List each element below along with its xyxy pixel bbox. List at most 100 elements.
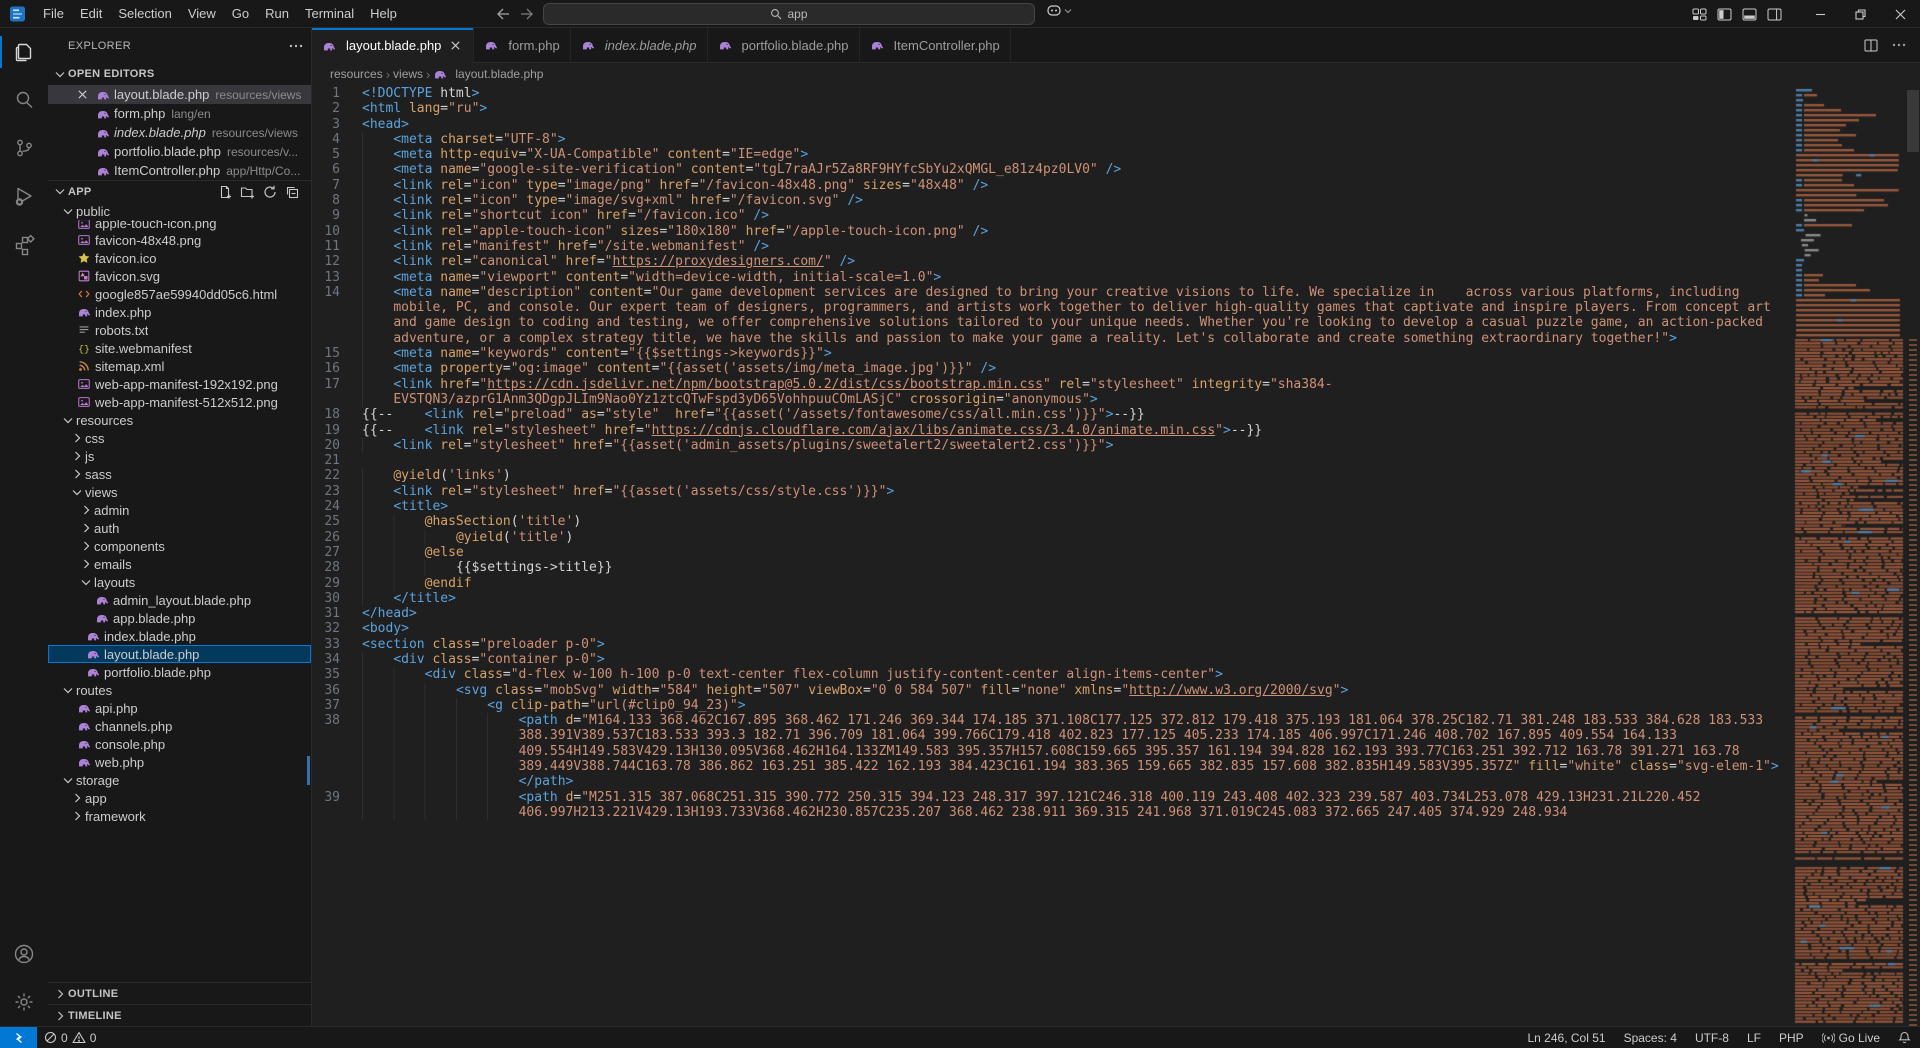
- activitybar-run-debug[interactable]: [0, 172, 48, 220]
- status-spaces-4[interactable]: Spaces: 4: [1615, 1027, 1686, 1048]
- new-file-icon[interactable]: [218, 185, 232, 199]
- tree-item-favicon-48x48.png[interactable]: favicon-48x48.png: [48, 231, 311, 249]
- tree-item-web-app-manifest-512x512.png[interactable]: web-app-manifest-512x512.png: [48, 393, 311, 411]
- nav-forward-icon[interactable]: [520, 8, 534, 20]
- code-line[interactable]: 34<div class="container p-0">: [312, 652, 1793, 667]
- open-editor-item[interactable]: form.phplang/en: [48, 104, 311, 123]
- status-go-live[interactable]: Go Live: [1813, 1027, 1889, 1048]
- menu-run[interactable]: Run: [257, 0, 297, 27]
- code-line[interactable]: 38<path d="M164.133 368.462C167.895 368.…: [312, 713, 1793, 789]
- code-line[interactable]: 22@yield('links'): [312, 468, 1793, 483]
- breadcrumb-item[interactable]: layout.blade.php: [433, 67, 543, 81]
- code-line[interactable]: 4<meta charset="UTF-8">: [312, 132, 1793, 147]
- tree-item-public[interactable]: public: [48, 202, 311, 220]
- notifications-bell[interactable]: [1889, 1027, 1920, 1048]
- timeline-header[interactable]: TIMELINE: [48, 1004, 311, 1026]
- code-line[interactable]: 19{{-- <link rel="stylesheet" href="http…: [312, 423, 1793, 438]
- code-line[interactable]: 29@endif: [312, 576, 1793, 591]
- code-line[interactable]: 2<html lang="ru">: [312, 101, 1793, 116]
- tree-item-app[interactable]: app: [48, 789, 311, 807]
- code-line[interactable]: 7<link rel="icon" type="image/png" href=…: [312, 178, 1793, 193]
- code-line[interactable]: 23<link rel="stylesheet" href="{{asset('…: [312, 484, 1793, 499]
- toggle-sidebar-icon[interactable]: [1717, 8, 1732, 21]
- tree-item-favicon.svg[interactable]: favicon.svg: [48, 267, 311, 285]
- activitybar-search[interactable]: [0, 76, 48, 124]
- code-line[interactable]: 37<g clip-path="url(#clip0_94_23)">: [312, 698, 1793, 713]
- menu-view[interactable]: View: [180, 0, 224, 27]
- code-line[interactable]: 3<head>: [312, 117, 1793, 132]
- code-line[interactable]: 20<link rel="stylesheet" href="{{asset('…: [312, 438, 1793, 453]
- tree-item-app.blade.php[interactable]: app.blade.php: [48, 609, 311, 627]
- tree-item-index.php[interactable]: index.php: [48, 303, 311, 321]
- tab-ItemController.php[interactable]: ItemController.php: [860, 28, 1011, 63]
- status-utf-8[interactable]: UTF-8: [1686, 1027, 1738, 1048]
- tab-portfolio.blade.php[interactable]: portfolio.blade.php: [708, 28, 860, 63]
- code-line[interactable]: 28{{$settings->title}}: [312, 560, 1793, 575]
- tree-item-favicon.ico[interactable]: favicon.ico: [48, 249, 311, 267]
- open-editor-item[interactable]: layout.blade.phpresources/views: [48, 85, 311, 104]
- status-php[interactable]: PHP: [1770, 1027, 1813, 1048]
- scrollbar-thumb[interactable]: [1907, 90, 1919, 152]
- tree-item-site.webmanifest[interactable]: {}site.webmanifest: [48, 339, 311, 357]
- editor-scrollbar[interactable]: [1906, 85, 1920, 1026]
- tree-item-web.php[interactable]: web.php: [48, 753, 311, 771]
- code-line[interactable]: 18{{-- <link rel="preload" as="style" hr…: [312, 407, 1793, 422]
- tree-item-admin_layout.blade.php[interactable]: admin_layout.blade.php: [48, 591, 311, 609]
- open-editor-item[interactable]: ItemController.phpapp/Http/Co...: [48, 161, 311, 180]
- code-line[interactable]: 25@hasSection('title'): [312, 514, 1793, 529]
- tab-index.blade.php[interactable]: index.blade.php: [571, 28, 708, 63]
- tree-item-js[interactable]: js: [48, 447, 311, 465]
- new-folder-icon[interactable]: [240, 185, 255, 199]
- code-line[interactable]: 26@yield('title'): [312, 530, 1793, 545]
- command-center-search[interactable]: app: [543, 3, 1035, 25]
- tree-item-console.php[interactable]: console.php: [48, 735, 311, 753]
- tree-item-emails[interactable]: emails: [48, 555, 311, 573]
- status-ln-246-col-51[interactable]: Ln 246, Col 51: [1519, 1027, 1615, 1048]
- code-editor[interactable]: 1<!DOCTYPE html>2<html lang="ru">3<head>…: [312, 85, 1920, 1026]
- tree-item-views[interactable]: views: [48, 483, 311, 501]
- code-line[interactable]: 11<link rel="manifest" href="/site.webma…: [312, 239, 1793, 254]
- menu-file[interactable]: File: [35, 0, 72, 27]
- more-actions-icon[interactable]: [289, 44, 303, 48]
- menu-go[interactable]: Go: [224, 0, 257, 27]
- code-line[interactable]: 36<svg class="mobSvg" width="584" height…: [312, 683, 1793, 698]
- refresh-icon[interactable]: [263, 185, 277, 199]
- code-line[interactable]: 27@else: [312, 545, 1793, 560]
- code-line[interactable]: 35<div class="d-flex w-100 h-100 p-0 tex…: [312, 667, 1793, 682]
- tab-layout.blade.php[interactable]: layout.blade.php: [312, 28, 474, 63]
- code-line[interactable]: 15<meta name="keywords" content="{{$sett…: [312, 346, 1793, 361]
- code-line[interactable]: 1<!DOCTYPE html>: [312, 86, 1793, 101]
- menu-edit[interactable]: Edit: [72, 0, 110, 27]
- tree-item-storage[interactable]: storage: [48, 771, 311, 789]
- activitybar-source-control[interactable]: [0, 124, 48, 172]
- sidebar-scroll-indicator[interactable]: [307, 756, 310, 785]
- split-editor-icon[interactable]: [1864, 39, 1878, 52]
- copilot-button[interactable]: [1046, 4, 1072, 18]
- tree-item-apple-touch-icon.png[interactable]: apple-touch-icon.png: [48, 220, 311, 231]
- customize-layout-icon[interactable]: [1692, 8, 1707, 21]
- open-editor-item[interactable]: index.blade.phpresources/views: [48, 123, 311, 142]
- menu-terminal[interactable]: Terminal: [297, 0, 362, 27]
- code-line[interactable]: 8<link rel="icon" type="image/svg+xml" h…: [312, 193, 1793, 208]
- tab-form.php[interactable]: form.php: [474, 28, 570, 63]
- status-lf[interactable]: LF: [1738, 1027, 1770, 1048]
- minimize-button[interactable]: [1800, 0, 1840, 28]
- menu-help[interactable]: Help: [362, 0, 405, 27]
- activitybar-explorer[interactable]: [0, 28, 48, 76]
- tree-item-index.blade.php[interactable]: index.blade.php: [48, 627, 311, 645]
- tree-item-web-app-manifest-192x192.png[interactable]: web-app-manifest-192x192.png: [48, 375, 311, 393]
- tree-item-portfolio.blade.php[interactable]: portfolio.blade.php: [48, 663, 311, 681]
- tree-item-api.php[interactable]: api.php: [48, 699, 311, 717]
- tree-item-robots.txt[interactable]: robots.txt: [48, 321, 311, 339]
- code-line[interactable]: 6<meta name="google-site-verification" c…: [312, 162, 1793, 177]
- breadcrumb-item[interactable]: views: [393, 67, 423, 81]
- code-line[interactable]: 9<link rel="shortcut icon" href="/favico…: [312, 208, 1793, 223]
- menu-selection[interactable]: Selection: [110, 0, 179, 27]
- collapse-all-icon[interactable]: [285, 185, 299, 199]
- nav-back-icon[interactable]: [496, 8, 510, 20]
- activitybar-settings[interactable]: [0, 978, 48, 1026]
- tree-item-layout.blade.php[interactable]: layout.blade.php: [48, 645, 311, 663]
- code-line[interactable]: 21: [312, 453, 1793, 468]
- open-editor-item[interactable]: portfolio.blade.phpresources/v...: [48, 142, 311, 161]
- code-line[interactable]: 10<link rel="apple-touch-icon" sizes="18…: [312, 224, 1793, 239]
